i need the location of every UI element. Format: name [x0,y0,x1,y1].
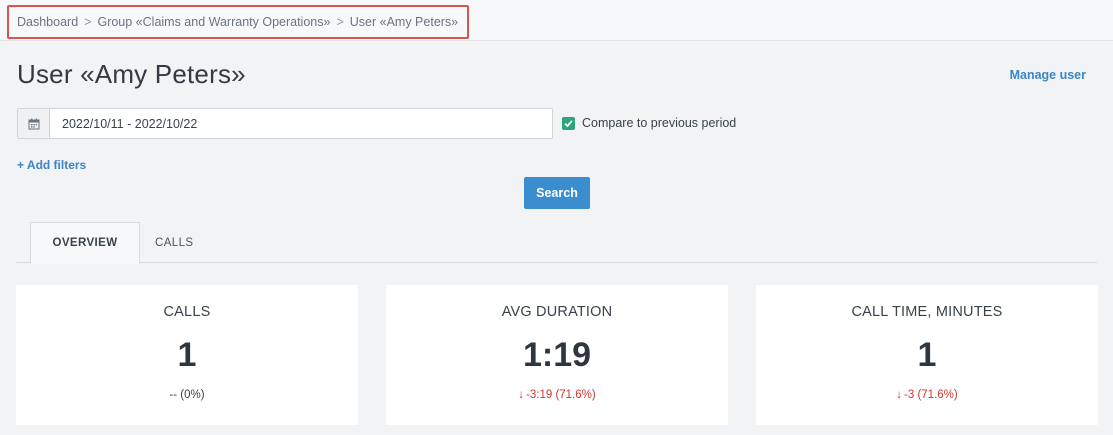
card-delta: -3:19 (71.6%) [526,389,596,401]
breadcrumb-user[interactable]: User «Amy Peters» [350,15,458,29]
calls-card: CALLS 1 -- (0%) [16,285,358,425]
breadcrumb-group[interactable]: Group «Claims and Warranty Operations» [97,15,330,29]
card-value: 1 [917,336,937,374]
compare-checkbox[interactable]: Compare to previous period [562,116,736,130]
card-delta: -- (0%) [169,389,205,401]
card-delta-wrap: ↓ -3 (71.6%) [756,389,1098,401]
card-value: 1:19 [522,336,592,374]
breadcrumb-separator: > [336,15,344,29]
card-value: 1 [177,336,197,374]
arrow-down-icon: ↓ [896,389,903,401]
compare-label: Compare to previous period [582,116,737,130]
add-filters-link[interactable]: + Add filters [17,158,86,172]
card-delta: -3 (71.6%) [904,389,958,401]
page-title: User «Amy Peters» [17,59,246,89]
check-icon[interactable] [562,116,575,130]
manage-user-link[interactable]: Manage user [1010,68,1086,82]
card-label: CALLS [163,304,211,320]
card-delta-wrap: ↓ -3:19 (71.6%) [386,389,728,401]
avg-duration-card: AVG DURATION 1:19 ↓ -3:19 (71.6%) [386,285,728,425]
search-button[interactable]: Search [524,177,590,209]
date-range-picker[interactable] [17,108,553,139]
tab-bar: OVERVIEW CALLS [16,222,1097,264]
breadcrumb: Dashboard > Group «Claims and Warranty O… [7,5,470,39]
tab-calls[interactable]: CALLS [140,222,208,263]
breadcrumb-dashboard[interactable]: Dashboard [17,15,78,29]
card-label: CALL TIME, MINUTES [851,304,1003,320]
date-range-input[interactable] [50,109,552,138]
call-time-card: CALL TIME, MINUTES 1 ↓ -3 (71.6%) [756,285,1098,425]
tab-overview[interactable]: OVERVIEW [30,222,140,264]
top-bar: Dashboard > Group «Claims and Warranty O… [0,0,1113,41]
card-label: AVG DURATION [501,304,613,320]
arrow-down-icon: ↓ [518,389,525,401]
breadcrumb-separator: > [84,15,92,29]
calendar-icon[interactable] [18,109,50,138]
